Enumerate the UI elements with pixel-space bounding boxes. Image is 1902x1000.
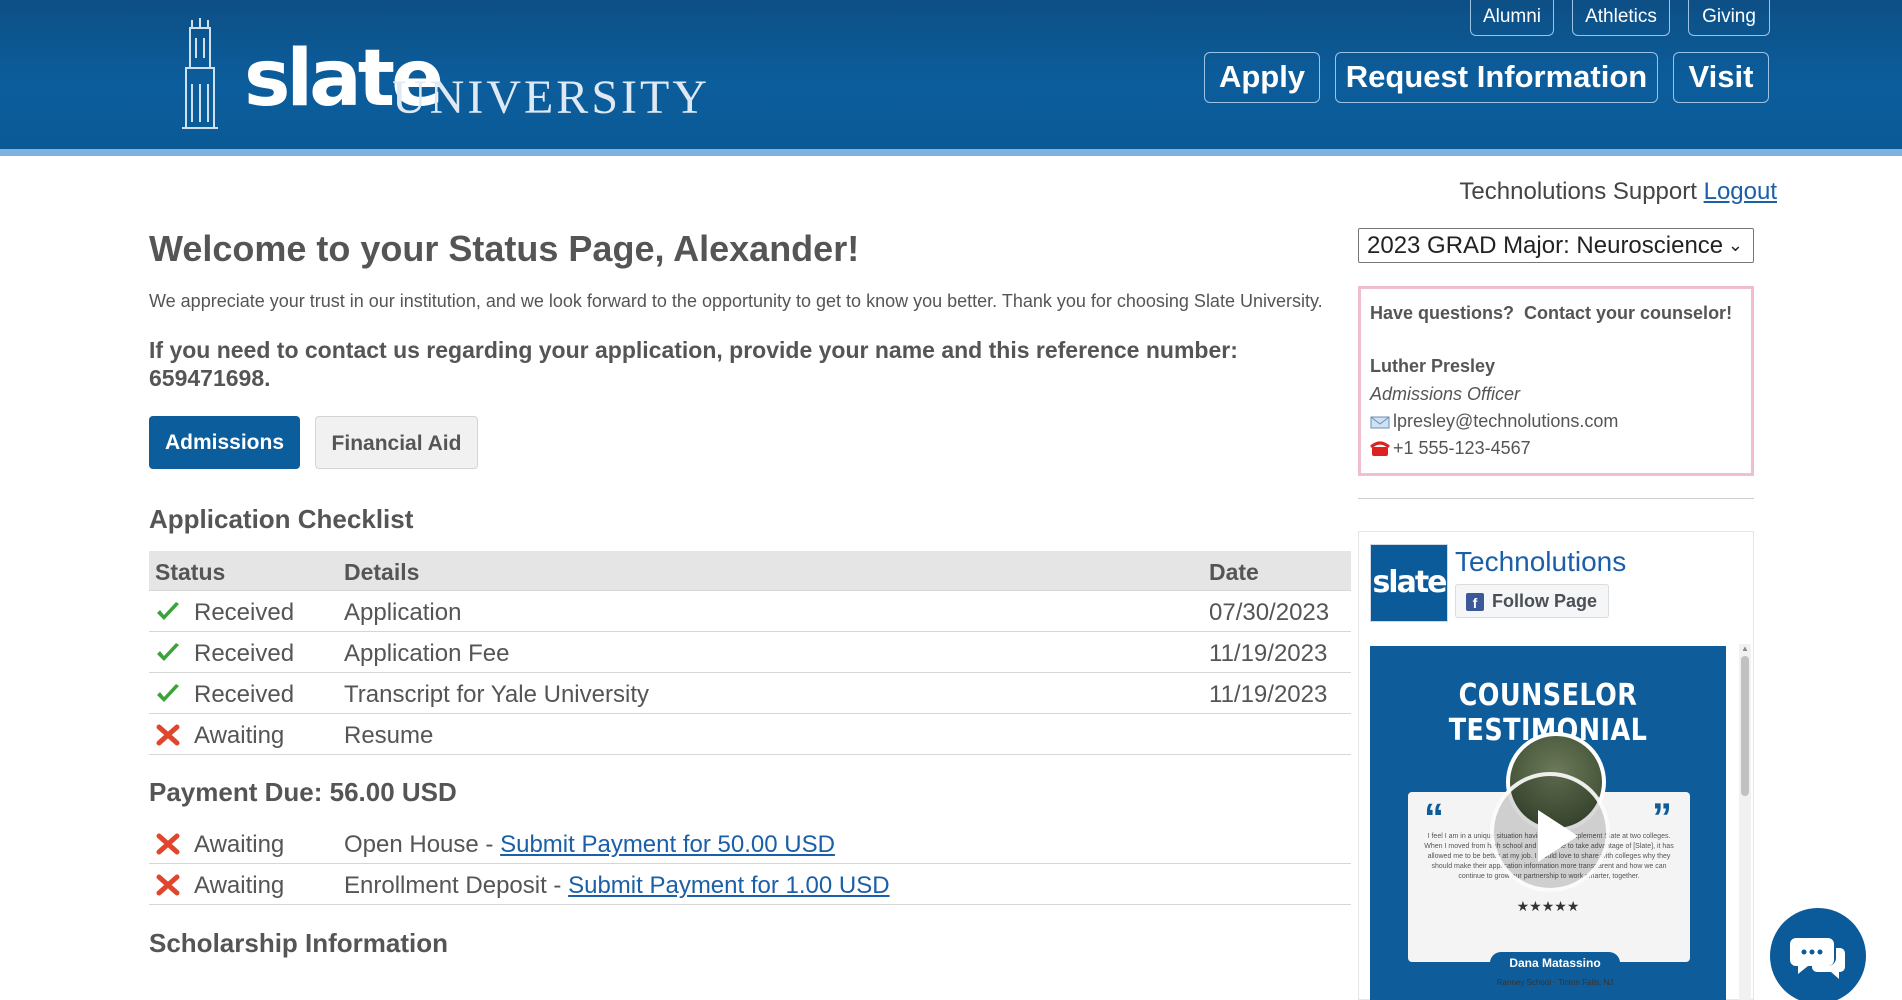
page-title: Welcome to your Status Page, Alexander!	[149, 228, 860, 269]
account-user: Technolutions Support	[1459, 178, 1697, 205]
x-icon	[156, 724, 180, 746]
payment-label: Enrollment Deposit -	[344, 872, 569, 899]
apply-button[interactable]: Apply	[1204, 52, 1320, 103]
scroll-up-arrow-icon[interactable]: ▲	[1741, 644, 1749, 653]
chat-bubbles-icon	[1790, 938, 1845, 979]
row-details: Transcript for Yale University	[344, 681, 649, 708]
widget-scrollbar[interactable]: ▲	[1739, 644, 1751, 1000]
phone-icon	[1370, 441, 1390, 456]
table-row: Received Application Fee 11/19/2023	[149, 632, 1351, 673]
check-icon	[157, 684, 179, 702]
tab-admissions[interactable]: Admissions	[149, 416, 300, 469]
chat-button[interactable]	[1770, 908, 1866, 1000]
email-icon	[1370, 416, 1390, 428]
scroll-thumb[interactable]	[1741, 656, 1749, 796]
check-icon	[157, 602, 179, 620]
row-date: 07/30/2023	[1209, 599, 1330, 626]
facebook-icon: f	[1466, 593, 1484, 611]
payment-table: Awaiting Open House - Submit Payment for…	[149, 823, 1351, 905]
submit-payment-link[interactable]: Submit Payment for 1.00 USD	[568, 872, 889, 899]
facebook-page-widget: slate Technolutions f Follow Page COUNSE…	[1358, 531, 1754, 1000]
facebook-page-name[interactable]: Technolutions	[1455, 546, 1626, 578]
check-icon	[157, 643, 179, 661]
row-date: 11/19/2023	[1209, 681, 1328, 708]
header-stripe	[0, 149, 1902, 156]
follow-page-button[interactable]: f Follow Page	[1455, 584, 1609, 618]
header-details: Details	[344, 559, 420, 585]
row-details: Enrollment Deposit - Submit Payment for …	[344, 872, 890, 900]
toplink-giving[interactable]: Giving	[1688, 0, 1770, 36]
close-quote-icon: ”	[1652, 796, 1672, 840]
rating-stars: ★★★★★	[1516, 898, 1580, 914]
counselor-role: Admissions Officer	[1370, 384, 1521, 404]
toplink-athletics[interactable]: Athletics	[1572, 0, 1670, 36]
row-status: Awaiting	[194, 722, 285, 749]
counselor-phone-line: +1 555-123-4567	[1370, 438, 1742, 459]
counselor-heading: Have questions? Contact your counselor!	[1370, 303, 1733, 323]
play-triangle	[1538, 810, 1578, 862]
row-details: Application	[344, 599, 462, 626]
row-details: Open House - Submit Payment for 50.00 US…	[344, 831, 835, 859]
open-quote-icon: “	[1424, 796, 1444, 840]
reference-text: If you need to contact us regarding your…	[149, 337, 1238, 391]
counselor-phone[interactable]: +1 555-123-4567	[1393, 438, 1531, 459]
program-select[interactable]: 2023 GRAD Major: Neuroscience ⌄	[1358, 228, 1754, 263]
row-status: Awaiting	[194, 872, 285, 899]
submit-payment-link[interactable]: Submit Payment for 50.00 USD	[500, 831, 835, 858]
play-icon[interactable]	[1490, 772, 1610, 892]
payment-label: Open House -	[344, 831, 501, 858]
x-icon	[156, 833, 180, 855]
table-header: Status Details Date	[149, 551, 1351, 591]
site-header: slate UNIVERSITY Alumni Athletics Giving…	[0, 0, 1902, 149]
table-row: Received Transcript for Yale University …	[149, 673, 1351, 714]
scholarship-title: Scholarship Information	[149, 928, 449, 958]
row-date: 11/19/2023	[1209, 640, 1328, 667]
table-row: Awaiting Enrollment Deposit - Submit Pay…	[149, 864, 1351, 905]
tab-financial-aid[interactable]: Financial Aid	[315, 416, 478, 469]
follow-page-label: Follow Page	[1492, 591, 1598, 611]
account-bar: Technolutions Support Logout	[1459, 178, 1777, 206]
header-date: Date	[1209, 559, 1259, 585]
request-information-button[interactable]: Request Information	[1335, 52, 1658, 103]
intro-text: We appreciate your trust in our institut…	[149, 291, 1323, 311]
testimonial-video[interactable]: COUNSELOR TESTIMONIAL I feel I am in a u…	[1370, 646, 1726, 1000]
logo-university[interactable]: UNIVERSITY	[392, 74, 710, 122]
facebook-page-logo[interactable]: slate	[1370, 544, 1448, 622]
testimonial-school: Ranney School · Tinton Falls, NJ	[1496, 978, 1614, 987]
visit-button[interactable]: Visit	[1673, 52, 1769, 103]
row-status: Awaiting	[194, 831, 285, 858]
tower-logo-icon	[182, 18, 218, 129]
checklist-table: Status Details Date Received Application…	[149, 551, 1351, 755]
program-select-value: 2023 GRAD Major: Neuroscience	[1367, 232, 1724, 259]
counselor-email-line: lpresley@technolutions.com	[1370, 411, 1742, 432]
payment-due-title: Payment Due: 56.00 USD	[149, 777, 457, 807]
row-details: Resume	[344, 722, 434, 749]
table-row: Awaiting Open House - Submit Payment for…	[149, 823, 1351, 864]
table-row: Awaiting Resume	[149, 714, 1351, 755]
checklist-title: Application Checklist	[149, 504, 414, 534]
testimonial-person: Dana Matassino	[1490, 952, 1620, 974]
logout-link[interactable]: Logout	[1704, 178, 1777, 205]
row-status: Received	[194, 681, 295, 708]
counselor-card: Have questions? Contact your counselor! …	[1358, 286, 1754, 476]
sidebar-divider	[1358, 498, 1754, 499]
row-status: Received	[194, 599, 295, 626]
counselor-email[interactable]: lpresley@technolutions.com	[1393, 411, 1618, 432]
x-icon	[156, 874, 180, 896]
header-status: Status	[155, 559, 226, 585]
row-status: Received	[194, 640, 295, 667]
toplink-alumni[interactable]: Alumni	[1470, 0, 1554, 36]
counselor-name: Luther Presley	[1370, 356, 1496, 376]
row-details: Application Fee	[344, 640, 510, 667]
chevron-down-icon: ⌄	[1727, 235, 1743, 255]
table-row: Received Application 07/30/2023	[149, 591, 1351, 632]
